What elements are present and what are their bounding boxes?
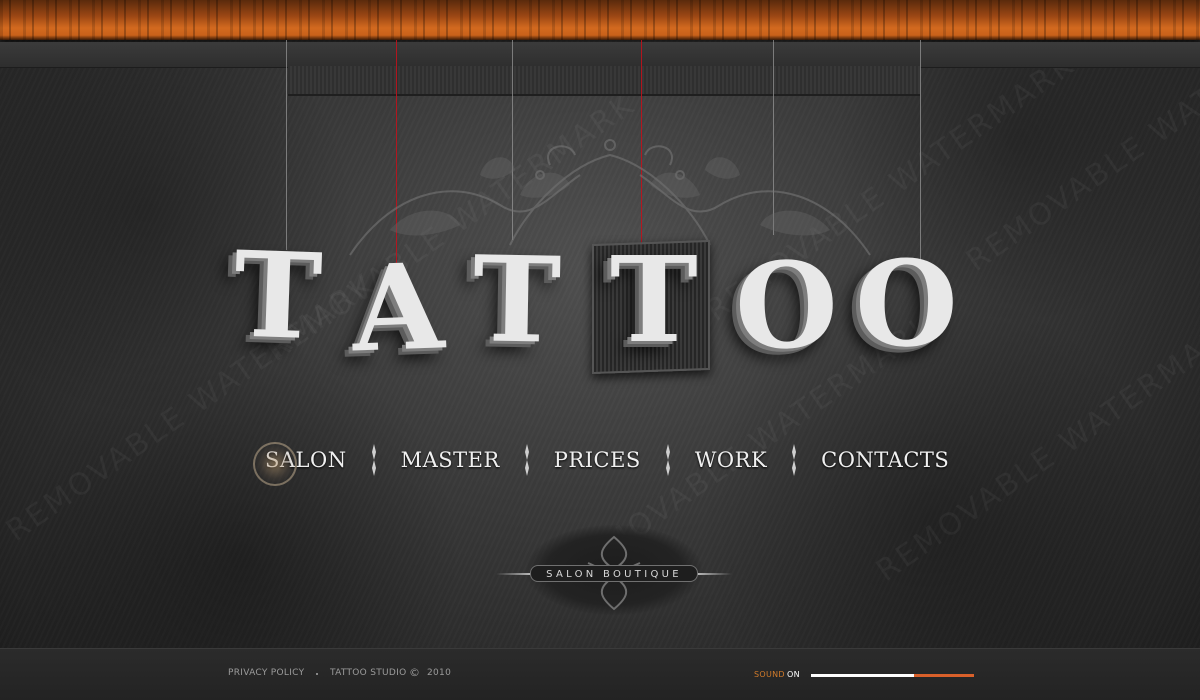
nav-item-master[interactable]: MASTER [401, 448, 500, 472]
nav-separator-icon [522, 444, 532, 476]
privacy-policy-link[interactable]: PRIVACY POLICY [228, 668, 304, 678]
sound-toggle[interactable]: ON [787, 670, 800, 679]
nav-item-prices[interactable]: PRICES [554, 448, 641, 472]
logo-letter-t2: T [471, 229, 562, 370]
badge-line-right [692, 573, 732, 575]
logo-letter-a: A [349, 236, 447, 379]
volume-slider-fill [811, 674, 914, 677]
salon-boutique-badge: SALON BOUTIQUE [496, 525, 732, 615]
nav-item-contacts[interactable]: CONTACTS [821, 448, 949, 472]
top-orange-bar [0, 0, 1200, 40]
footer: PRIVACY POLICY TATTOO STUDIO © 2010 SOUN… [0, 648, 1200, 700]
footer-separator [316, 673, 318, 675]
logo-letter-o2: O [853, 233, 959, 374]
hanging-shelf [0, 42, 1200, 68]
volume-slider[interactable] [811, 674, 974, 677]
nav-item-work[interactable]: WORK [695, 448, 767, 472]
page: REMOVABLE WATERMARK REMOVABLE WATERMARK … [0, 0, 1200, 700]
hanging-string [286, 40, 287, 250]
studio-name: TATTOO STUDIO [330, 668, 407, 678]
striped-panel [288, 66, 920, 96]
logo-letter-t3: T [610, 230, 698, 369]
logo-letter-t1: T [231, 224, 325, 367]
nav-separator-icon [663, 444, 673, 476]
logo-letter-o1: O [733, 235, 840, 376]
nav-separator-icon [369, 444, 379, 476]
copyright-icon: © [409, 666, 421, 679]
copyright-year: 2010 [427, 668, 452, 678]
nav-separator-icon [789, 444, 799, 476]
badge-text: SALON BOUTIQUE [530, 565, 698, 582]
nav-item-salon[interactable]: SALON [253, 442, 347, 486]
sound-label: SOUND [754, 670, 785, 679]
main-nav: SALON MASTER PRICES WORK CONTACTS [253, 438, 949, 486]
tattoo-logo: T A T T O O [228, 224, 988, 379]
